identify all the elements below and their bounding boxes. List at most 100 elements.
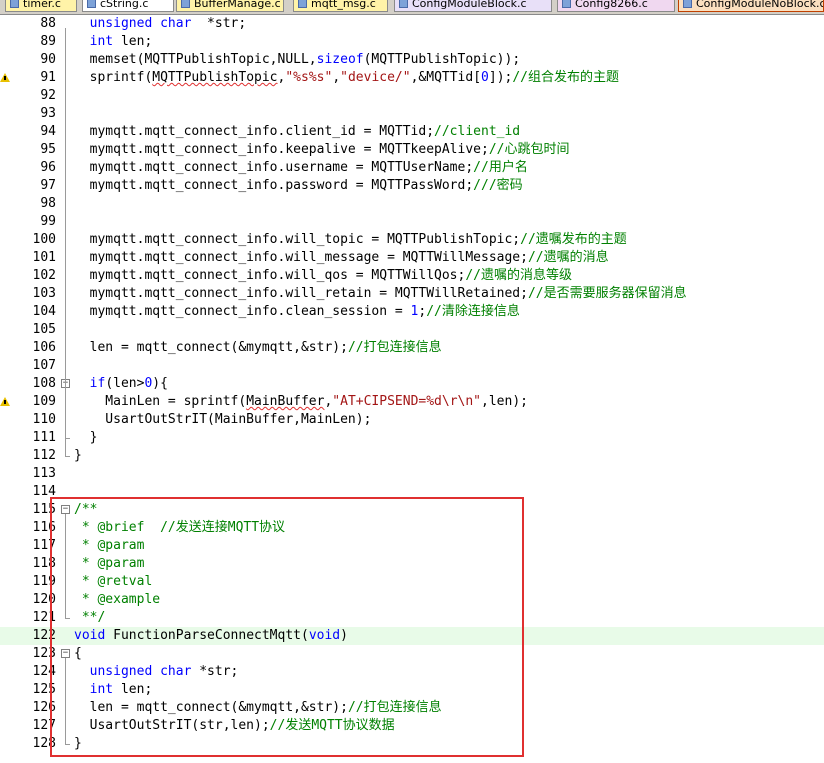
code-line[interactable]: 127 UsartOutStrIT(str,len);//发送MQTT协议数据 xyxy=(0,717,824,735)
code-token: UsartOutStrIT(MainBuffer,MainLen); xyxy=(74,412,372,427)
code-token: void xyxy=(74,628,106,643)
code-text: * @param xyxy=(74,555,145,573)
code-line[interactable]: 126 len = mqtt_connect(&mymqtt,&str);//打… xyxy=(0,699,824,717)
code-token: //是否需要服务器保留消息 xyxy=(527,286,687,301)
code-token: len; xyxy=(113,682,153,697)
tab-label: Config8266.c xyxy=(575,0,648,10)
code-text: mymqtt.mqtt_connect_info.client_id = MQT… xyxy=(74,123,520,141)
line-number: 120 xyxy=(32,592,56,607)
code-token: } xyxy=(74,736,82,751)
code-line[interactable]: 92 xyxy=(0,87,824,105)
code-line[interactable]: 94 mymqtt.mqtt_connect_info.client_id = … xyxy=(0,123,824,141)
code-line[interactable]: 114 xyxy=(0,483,824,501)
tab-6[interactable]: ConfigModuleNoBlock.c xyxy=(678,0,824,12)
line-number: 106 xyxy=(32,340,56,355)
tab-1[interactable]: cString.c xyxy=(82,0,174,12)
code-text: int len; xyxy=(74,33,153,51)
code-text: sprintf(MQTTPublishTopic,"%s%s","device/… xyxy=(74,69,619,87)
line-number: 124 xyxy=(32,664,56,679)
code-text: memset(MQTTPublishTopic,NULL,sizeof(MQTT… xyxy=(74,51,521,69)
code-line[interactable]: 108− if(len>0){ xyxy=(0,375,824,393)
code-line[interactable]: 103 mymqtt.mqtt_connect_info.will_retain… xyxy=(0,285,824,303)
line-number: 110 xyxy=(32,412,56,427)
code-token: * @brief //发送连接MQTT协议 xyxy=(74,520,286,535)
code-line[interactable]: 116 * @brief //发送连接MQTT协议 xyxy=(0,519,824,537)
code-text: mymqtt.mqtt_connect_info.will_message = … xyxy=(74,249,609,267)
code-line[interactable]: 113 xyxy=(0,465,824,483)
code-line[interactable]: 99 xyxy=(0,213,824,231)
code-line[interactable]: 89 int len; xyxy=(0,33,824,51)
tab-2[interactable]: BufferManage.c xyxy=(176,0,284,12)
code-line[interactable]: 90 memset(MQTTPublishTopic,NULL,sizeof(M… xyxy=(0,51,824,69)
code-editor[interactable]: 88 unsigned char *str; 89 int len; 90 mems… xyxy=(0,15,824,763)
code-line[interactable]: 118 * @param xyxy=(0,555,824,573)
code-text: /** xyxy=(74,501,97,519)
code-line[interactable]: 97 mymqtt.mqtt_connect_info.password = M… xyxy=(0,177,824,195)
warning-icon[interactable] xyxy=(0,397,10,406)
code-token: ]); xyxy=(488,70,513,85)
line-number: 125 xyxy=(32,682,56,697)
code-line[interactable]: 109 MainLen = sprintf(MainBuffer,"AT+CIP… xyxy=(0,393,824,411)
code-text: UsartOutStrIT(MainBuffer,MainLen); xyxy=(74,411,371,429)
code-line[interactable]: 96 mymqtt.mqtt_connect_info.username = M… xyxy=(0,159,824,177)
code-line[interactable]: 121 **/ xyxy=(0,609,824,627)
code-line[interactable]: 111 } xyxy=(0,429,824,447)
fold-toggle-icon[interactable]: − xyxy=(61,649,70,658)
code-line[interactable]: 98 xyxy=(0,195,824,213)
code-line[interactable]: 125 int len; xyxy=(0,681,824,699)
code-line[interactable]: 110 UsartOutStrIT(MainBuffer,MainLen); xyxy=(0,411,824,429)
code-line[interactable]: 122 void FunctionParseConnectMqtt(void) xyxy=(0,627,824,645)
tab-5[interactable]: Config8266.c xyxy=(557,0,675,12)
code-text: * @retval xyxy=(74,573,152,591)
code-line[interactable]: 107 xyxy=(0,357,824,375)
line-number: 119 xyxy=(32,574,56,589)
code-text: if(len>0){ xyxy=(74,375,168,393)
code-line[interactable]: 120 * @example xyxy=(0,591,824,609)
code-text: void FunctionParseConnectMqtt(void) xyxy=(74,627,348,645)
code-token: { xyxy=(74,646,82,661)
code-line[interactable]: 105 xyxy=(0,321,824,339)
line-number: 98 xyxy=(40,196,56,211)
code-line[interactable]: 115−/** xyxy=(0,501,824,519)
c-file-icon xyxy=(10,0,19,8)
code-token: mymqtt.mqtt_connect_info.will_retain = M… xyxy=(74,286,528,301)
line-number: 94 xyxy=(40,124,56,139)
tab-4[interactable]: ConfigModuleBlock.c xyxy=(394,0,552,12)
code-line[interactable]: 88 unsigned char *str; xyxy=(0,15,824,33)
code-line[interactable]: 95 mymqtt.mqtt_connect_info.keepalive = … xyxy=(0,141,824,159)
code-line[interactable]: 112} xyxy=(0,447,824,465)
line-number: 99 xyxy=(40,214,56,229)
code-line[interactable]: 100 mymqtt.mqtt_connect_info.will_topic … xyxy=(0,231,824,249)
code-token: * @param xyxy=(74,538,145,553)
code-token: //遗嘱的消息 xyxy=(527,250,609,265)
code-token: "device/" xyxy=(340,70,411,85)
code-token: len = mqtt_connect(&mymqtt,&str); xyxy=(74,340,348,355)
code-line[interactable]: 102 mymqtt.mqtt_connect_info.will_qos = … xyxy=(0,267,824,285)
line-number: 105 xyxy=(32,322,56,337)
code-line[interactable]: 124 unsigned char *str; xyxy=(0,663,824,681)
line-number: 100 xyxy=(32,232,56,247)
code-line[interactable]: 101 mymqtt.mqtt_connect_info.will_messag… xyxy=(0,249,824,267)
code-token: mymqtt.mqtt_connect_info.username = MQTT… xyxy=(74,160,474,175)
line-number: 109 xyxy=(32,394,56,409)
code-line[interactable]: 128} xyxy=(0,735,824,753)
code-line[interactable]: 106 len = mqtt_connect(&mymqtt,&str);//打… xyxy=(0,339,824,357)
warning-icon[interactable] xyxy=(0,73,10,82)
code-text: mymqtt.mqtt_connect_info.will_qos = MQTT… xyxy=(74,267,572,285)
code-line[interactable]: 119 * @retval xyxy=(0,573,824,591)
code-line[interactable]: 117 * @param xyxy=(0,537,824,555)
code-text: mymqtt.mqtt_connect_info.will_retain = M… xyxy=(74,285,687,303)
code-token: //发送MQTT协议数据 xyxy=(269,718,395,733)
code-line[interactable]: 93 xyxy=(0,105,824,123)
code-token: } xyxy=(74,430,98,445)
code-line[interactable]: 104 mymqtt.mqtt_connect_info.clean_sessi… xyxy=(0,303,824,321)
fold-toggle-icon[interactable]: − xyxy=(61,505,70,514)
code-token: //遗嘱的消息等级 xyxy=(465,268,572,283)
code-line[interactable]: 123−{ xyxy=(0,645,824,663)
code-line[interactable]: 91 sprintf(MQTTPublishTopic,"%s%s","devi… xyxy=(0,69,824,87)
tab-0[interactable]: timer.c xyxy=(5,0,77,12)
line-number: 122 xyxy=(32,628,56,643)
code-text: mymqtt.mqtt_connect_info.keepalive = MQT… xyxy=(74,141,570,159)
code-token: 0 xyxy=(481,70,489,85)
tab-3[interactable]: mqtt_msg.c xyxy=(293,0,388,12)
